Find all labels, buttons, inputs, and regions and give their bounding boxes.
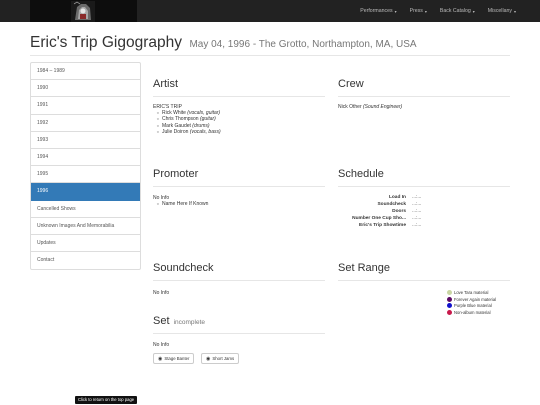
sidebar-item-1995[interactable]: 1995 [31, 166, 140, 184]
caret-down-icon: ▾ [513, 8, 516, 14]
legend-swatch [447, 309, 452, 315]
legend-swatch [447, 290, 452, 295]
set-status: incomplete [173, 319, 206, 326]
legend-swatch [447, 303, 452, 308]
schedule-row: Doors...:... [392, 209, 422, 215]
promoter-block: No Info ○ Name Here If Known [153, 195, 208, 207]
short-jams-button[interactable]: ◉ Short Jams [201, 353, 240, 364]
set-range-legend: Love Tara material Forever Again materia… [447, 290, 507, 316]
divider [338, 280, 510, 281]
sidebar-item-1994[interactable]: 1994 [31, 149, 140, 167]
artist-block: ERIC'S TRIP ○ Rick White (vocals, guitar)… [153, 104, 221, 135]
legend-item: Non-album material [447, 309, 507, 315]
divider [153, 333, 325, 334]
return-to-top-button[interactable]: Click to return on the top page [75, 396, 138, 404]
set-title: Set [153, 315, 170, 327]
sidebar-item-unknown-images[interactable]: Unknown Images And Memorabilia [31, 218, 140, 235]
schedule-row: Load In...:... [388, 195, 422, 201]
caret-down-icon: ▾ [424, 8, 427, 14]
stage-banter-button[interactable]: ◉ Stage Banter [153, 353, 195, 364]
divider [338, 186, 510, 187]
caret-down-icon: ▾ [472, 8, 475, 14]
nav-label: Miscellany [487, 8, 512, 14]
nav-label: Press [409, 8, 423, 14]
sidebar-item-1990[interactable]: 1990 [31, 80, 140, 98]
sidebar-item-1984-1989[interactable]: 1984 – 1989 [31, 63, 140, 81]
nav-press[interactable]: Press ▾ [410, 8, 427, 14]
legend-item: Love Tara material [447, 290, 507, 295]
artist-heading: Artist [153, 78, 179, 90]
divider [338, 96, 510, 97]
schedule-row: Eric's Trip Showtime...:... [359, 223, 422, 229]
crew-heading: Crew [338, 78, 364, 90]
member-item: ○ Julie Doiron (vocals, bass) [156, 128, 221, 135]
promoter-item: ○ Name Here If Known [156, 201, 209, 208]
nav-performances[interactable]: Performances ▾ [360, 8, 396, 14]
sidebar-item-contact[interactable]: Contact [31, 252, 140, 269]
sidebar-item-updates[interactable]: Updates [31, 235, 140, 253]
sidebar-item-cancelled-shows[interactable]: Cancelled Shows [31, 201, 140, 218]
caret-down-icon: ▾ [394, 8, 397, 14]
eye-icon: ◉ [206, 355, 211, 362]
divider [153, 186, 325, 187]
set-info: No Info [153, 342, 170, 348]
promoter-heading: Promoter [153, 168, 199, 180]
page-title-subtitle: May 04, 1996 - The Grotto, Northampton, … [189, 39, 417, 50]
nav-miscellany[interactable]: Miscellany ▾ [488, 8, 516, 14]
eye-icon: ◉ [158, 355, 163, 362]
legend-item: Forever Again material [447, 296, 507, 302]
top-navbar: Performances ▾ Press ▾ Back Catalog ▾ Mi… [0, 0, 540, 22]
schedule-row: Number One Cup Sho......:... [352, 216, 422, 222]
nav-label: Back Catalog [439, 8, 471, 14]
schedule-heading: Schedule [338, 168, 384, 180]
page-title: Eric's Trip Gigography May 04, 1996 - Th… [30, 34, 417, 52]
schedule-table: Load In...:... Soundcheck...:... Doors..… [338, 195, 421, 230]
soundcheck-heading: Soundcheck [153, 262, 214, 274]
sidebar-item-1993[interactable]: 1993 [31, 132, 140, 149]
sidebar-item-1996[interactable]: 1996 [31, 183, 140, 201]
schedule-row: Soundcheck...:... [377, 202, 422, 208]
divider [153, 280, 325, 281]
main-nav: Performances ▾ Press ▾ Back Catalog ▾ Mi… [347, 0, 516, 22]
sidebar: 1984 – 1989 1990 1991 1992 1993 1994 199… [30, 62, 141, 271]
set-heading: Set incomplete [153, 315, 205, 327]
divider [30, 55, 510, 56]
page-title-main: Eric's Trip Gigography [30, 34, 182, 51]
brand-logo[interactable] [30, 0, 137, 22]
legend-item: Purple Blue material [447, 303, 507, 308]
sidebar-item-1992[interactable]: 1992 [31, 115, 140, 132]
soundcheck-info: No Info [153, 290, 170, 296]
nav-back-catalog[interactable]: Back Catalog ▾ [440, 8, 475, 14]
nav-label: Performances [360, 8, 393, 14]
set-range-heading: Set Range [338, 262, 390, 274]
crew-member: Nick Other (Sound Engineer) [338, 104, 403, 110]
divider [153, 96, 325, 97]
legend-swatch [447, 296, 452, 302]
sidebar-item-1991[interactable]: 1991 [31, 97, 140, 115]
band-logo-icon [71, 1, 95, 22]
